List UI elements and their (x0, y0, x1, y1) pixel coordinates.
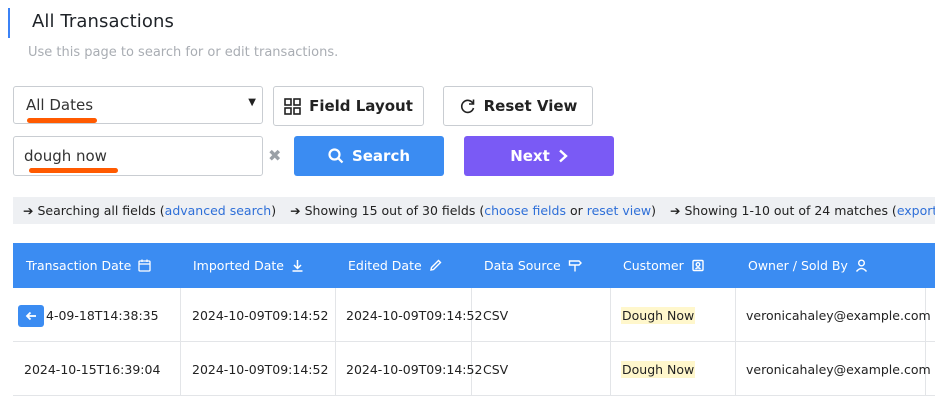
reset-view-button[interactable]: Reset View (443, 86, 593, 126)
reset-view-link[interactable]: reset view (587, 203, 651, 218)
info-segment-fields: ➔ Showing 15 out of 30 fields (choose fie… (290, 203, 657, 218)
column-header-customer[interactable]: Customer (623, 243, 705, 288)
column-divider (335, 288, 336, 342)
cell-edited-date: 2024-10-09T09:14:52 (346, 307, 483, 323)
column-header-data-source[interactable]: Data Source (484, 243, 582, 288)
table-header: Transaction Date Imported Date Edited Da… (13, 243, 935, 288)
column-divider (335, 342, 336, 396)
search-button[interactable]: Search (294, 136, 444, 176)
column-divider (610, 288, 611, 342)
search-highlight[interactable]: Dough Now (621, 360, 696, 378)
search-highlight[interactable]: Dough Now (621, 306, 696, 324)
arrow-right-icon: ➔ (670, 203, 681, 218)
cell-imported-date: 2024-10-09T09:14:52 (192, 307, 329, 323)
cell-customer: Dough Now (621, 342, 696, 396)
annotation-underline (27, 118, 97, 123)
column-header-transaction-date[interactable]: Transaction Date (26, 243, 152, 288)
reset-view-label: Reset View (483, 97, 578, 115)
cell-data-source: CSV (483, 361, 509, 377)
info-segment-matches: ➔ Showing 1-10 out of 24 matches (export (670, 203, 935, 218)
column-header-imported-date[interactable]: Imported Date (193, 243, 304, 288)
table-row[interactable]: 4-09-18T14:38:35 2024-10-09T09:14:52 202… (13, 288, 935, 342)
column-divider (735, 288, 736, 342)
download-icon (291, 259, 304, 272)
next-label: Next (510, 147, 550, 165)
export-link[interactable]: export (897, 203, 935, 218)
cell-transaction-date: 2024-10-15T16:39:04 (24, 361, 161, 377)
page-title: All Transactions (32, 11, 174, 32)
cell-customer: Dough Now (621, 288, 696, 342)
annotation-underline (29, 168, 118, 173)
field-layout-button[interactable]: Field Layout (273, 86, 424, 126)
column-divider (180, 288, 181, 342)
arrow-right-icon: ➔ (290, 203, 301, 218)
cell-owner: veronicahaley@example.com (746, 361, 931, 377)
pencil-icon (429, 259, 442, 272)
row-back-button[interactable] (18, 305, 44, 327)
choose-fields-link[interactable]: choose fields (484, 203, 566, 218)
calendar-icon (138, 259, 152, 272)
contact-card-icon (691, 259, 705, 272)
table-row[interactable]: 2024-10-15T16:39:04 2024-10-09T09:14:52 … (13, 342, 935, 396)
cell-data-source: CSV (483, 307, 509, 323)
clear-search-icon[interactable]: ✖ (268, 146, 281, 165)
column-divider (735, 342, 736, 396)
info-segment-search-scope: ➔ Searching all fields (advanced search) (23, 203, 277, 218)
arrow-right-icon: ➔ (23, 203, 34, 218)
column-divider (180, 342, 181, 396)
signpost-icon (568, 259, 582, 272)
user-icon (855, 259, 868, 272)
transactions-table: Transaction Date Imported Date Edited Da… (13, 243, 935, 396)
page-subtitle: Use this page to search for or edit tran… (28, 45, 339, 60)
column-header-owner[interactable]: Owner / Sold By (748, 243, 868, 288)
column-divider (610, 342, 611, 396)
cell-imported-date: 2024-10-09T09:14:52 (192, 361, 329, 377)
advanced-search-link[interactable]: advanced search (165, 203, 272, 218)
chevron-right-icon (558, 149, 568, 163)
date-range-select-value: All Dates (26, 96, 94, 114)
caret-down-icon: ▼ (248, 97, 256, 108)
search-label: Search (351, 147, 411, 165)
arrow-left-icon (25, 311, 37, 321)
column-header-edited-date[interactable]: Edited Date (348, 243, 442, 288)
search-info-bar: ➔ Searching all fields (advanced search) … (13, 197, 935, 224)
next-button[interactable]: Next (464, 136, 614, 176)
title-accent-bar (8, 8, 10, 38)
cell-transaction-date: 4-09-18T14:38:35 (46, 307, 159, 323)
refresh-icon (459, 98, 476, 115)
search-icon (328, 148, 344, 164)
grid-layout-icon (284, 97, 301, 115)
field-layout-label: Field Layout (309, 97, 413, 115)
cell-owner: veronicahaley@example.com (746, 307, 931, 323)
cell-edited-date: 2024-10-09T09:14:52 (346, 361, 483, 377)
